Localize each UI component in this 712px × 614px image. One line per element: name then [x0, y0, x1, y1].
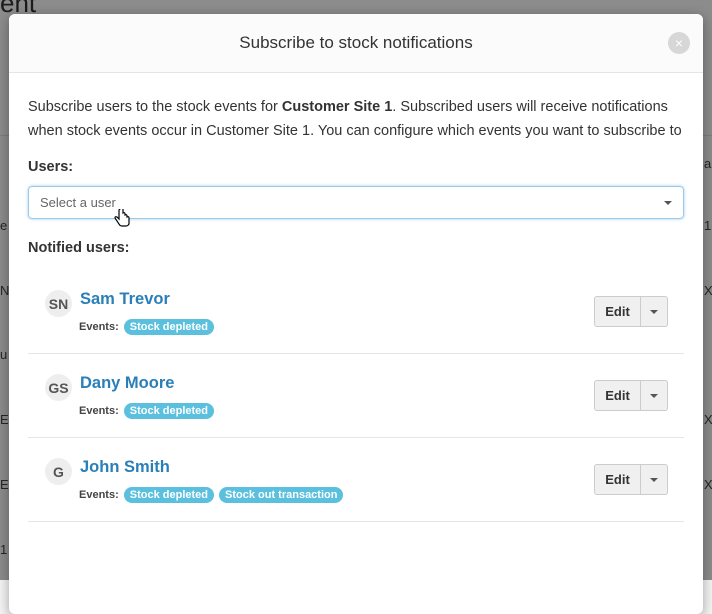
modal-header: Subscribe to stock notifications ×	[9, 14, 703, 73]
chevron-down-icon	[650, 309, 658, 314]
notified-user-row: GS Dany Moore Events: Stock depleted Edi…	[28, 354, 684, 438]
user-name-link[interactable]: John Smith	[80, 458, 170, 477]
hand-cursor-icon	[114, 209, 130, 227]
event-badge: Stock depleted	[123, 319, 214, 335]
edit-button-group: Edit	[594, 296, 668, 327]
modal-body: Subscribe users to the stock events for …	[9, 73, 703, 522]
chevron-down-icon	[650, 393, 658, 398]
notified-user-row: G John Smith Events: Stock depleted Stoc…	[28, 438, 684, 522]
chevron-down-icon	[664, 200, 672, 205]
close-icon: ×	[674, 35, 684, 51]
user-select[interactable]: Select a user	[28, 186, 684, 227]
user-name-link[interactable]: Sam Trevor	[80, 290, 170, 309]
notified-users-label: Notified users:	[28, 240, 130, 256]
user-events: Events: Stock depleted Stock out transac…	[79, 487, 348, 503]
edit-button-group: Edit	[594, 464, 668, 495]
edit-dropdown-toggle[interactable]	[641, 380, 668, 411]
intro-prefix: Subscribe users to the stock events for	[28, 99, 282, 115]
event-badge: Stock depleted	[123, 487, 214, 503]
intro-text: Subscribe users to the stock events for …	[28, 95, 684, 143]
users-label: Users:	[28, 159, 74, 175]
edit-button-group: Edit	[594, 380, 668, 411]
subscribe-modal: Subscribe to stock notifications × Subsc…	[9, 14, 703, 614]
user-events: Events: Stock depleted	[79, 403, 219, 419]
edit-button[interactable]: Edit	[594, 464, 641, 495]
edit-button[interactable]: Edit	[594, 296, 641, 327]
close-button[interactable]: ×	[668, 32, 690, 54]
events-label: Events:	[79, 405, 119, 417]
edit-dropdown-toggle[interactable]	[641, 296, 668, 327]
intro-site-name: Customer Site 1	[281, 99, 393, 115]
avatar: SN	[45, 290, 72, 317]
user-select-placeholder: Select a user	[40, 195, 116, 210]
user-name-link[interactable]: Dany Moore	[80, 374, 174, 393]
avatar: GS	[45, 374, 72, 401]
events-label: Events:	[79, 489, 119, 501]
modal-title: Subscribe to stock notifications	[239, 33, 473, 52]
edit-button[interactable]: Edit	[594, 380, 641, 411]
user-events: Events: Stock depleted	[79, 319, 219, 335]
notified-user-row: SN Sam Trevor Events: Stock depleted Edi…	[28, 270, 684, 354]
event-badge: Stock depleted	[123, 403, 214, 419]
event-badge: Stock out transaction	[219, 487, 344, 503]
chevron-down-icon	[650, 477, 658, 482]
avatar: G	[45, 458, 72, 485]
notified-user-list: SN Sam Trevor Events: Stock depleted Edi…	[28, 270, 684, 522]
edit-dropdown-toggle[interactable]	[641, 464, 668, 495]
events-label: Events:	[79, 321, 119, 333]
